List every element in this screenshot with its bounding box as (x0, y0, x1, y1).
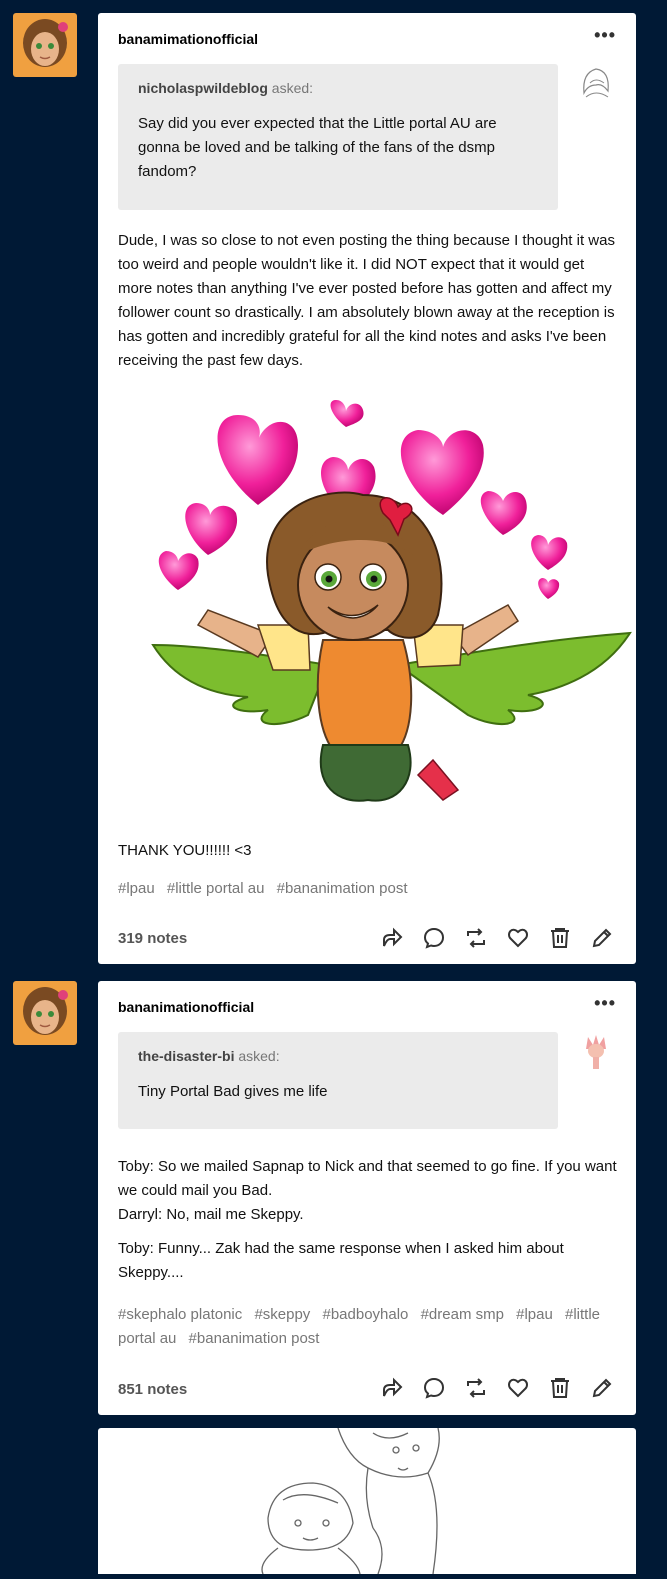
action-bar (376, 1372, 618, 1404)
post-card (98, 1427, 636, 1575)
asked-label: asked: (271, 80, 314, 96)
ask-question: Say did you ever expected that the Littl… (138, 115, 497, 180)
ask-question: Tiny Portal Bad gives me life (138, 1083, 328, 1100)
tag-link[interactable]: #little portal au (167, 880, 265, 897)
edit-icon[interactable] (586, 922, 618, 954)
asker-name[interactable]: nicholaspwildeblog (138, 80, 268, 96)
thank-you-text: THANK YOU!!!!!! <3 (118, 842, 252, 859)
asker-name[interactable]: the-disaster-bi (138, 1048, 234, 1064)
reblog-icon[interactable] (460, 922, 492, 954)
asked-label: asked: (238, 1048, 280, 1064)
notes-count[interactable]: 319 notes (118, 930, 187, 947)
tag-link[interactable]: #dream smp (421, 1306, 504, 1323)
asker-avatar[interactable] (576, 1031, 616, 1071)
answer-paragraph: Dude, I was so close to not even posting… (118, 232, 615, 369)
character-illustration (98, 385, 636, 825)
sketch-illustration (98, 1427, 636, 1575)
tag-list: #skephalo platonic #skeppy #badboyhalo #… (118, 1303, 618, 1351)
notes-count[interactable]: 851 notes (118, 1381, 187, 1398)
reply-icon[interactable] (418, 1372, 450, 1404)
like-icon[interactable] (502, 1372, 534, 1404)
author-avatar[interactable] (13, 981, 77, 1045)
ask-box: nicholaspwildeblog asked: Say did you ev… (118, 64, 558, 210)
tag-link[interactable]: #badboyhalo (322, 1306, 408, 1323)
tag-link[interactable]: #bananimation post (189, 1330, 320, 1347)
tag-link[interactable]: #lpau (516, 1306, 553, 1323)
ellipsis-icon[interactable]: ••• (594, 993, 616, 1014)
delete-icon[interactable] (544, 922, 576, 954)
author-avatar[interactable] (13, 13, 77, 77)
post-card: bananimationofficial ••• the-disaster-bi… (98, 981, 636, 1415)
answer-line: Darryl: No, mail me Skeppy. (118, 1206, 304, 1223)
tag-link[interactable]: #lpau (118, 880, 155, 897)
share-icon[interactable] (376, 922, 408, 954)
tag-link[interactable]: #skephalo platonic (118, 1306, 242, 1323)
delete-icon[interactable] (544, 1372, 576, 1404)
tag-link[interactable]: #bananimation post (277, 880, 408, 897)
answer-text: Dude, I was so close to not even posting… (118, 229, 618, 383)
answer-text: Toby: So we mailed Sapnap to Nick and th… (118, 1155, 618, 1295)
edit-icon[interactable] (586, 1372, 618, 1404)
like-icon[interactable] (502, 922, 534, 954)
tag-link[interactable]: #skeppy (254, 1306, 310, 1323)
post-author[interactable]: bananimationofficial (118, 999, 254, 1015)
reply-icon[interactable] (418, 922, 450, 954)
asker-avatar[interactable] (576, 63, 616, 103)
post-card: banamimationofficial ••• nicholaspwildeb… (98, 13, 636, 964)
ask-box: the-disaster-bi asked: Tiny Portal Bad g… (118, 1032, 558, 1129)
answer-line: Toby: So we mailed Sapnap to Nick and th… (118, 1158, 617, 1199)
share-icon[interactable] (376, 1372, 408, 1404)
ellipsis-icon[interactable]: ••• (594, 25, 616, 46)
post-author[interactable]: banamimationofficial (118, 31, 258, 47)
action-bar (376, 922, 618, 954)
tag-list: #lpau #little portal au #bananimation po… (118, 877, 618, 901)
answer-line: Toby: Funny... Zak had the same response… (118, 1240, 564, 1281)
reblog-icon[interactable] (460, 1372, 492, 1404)
